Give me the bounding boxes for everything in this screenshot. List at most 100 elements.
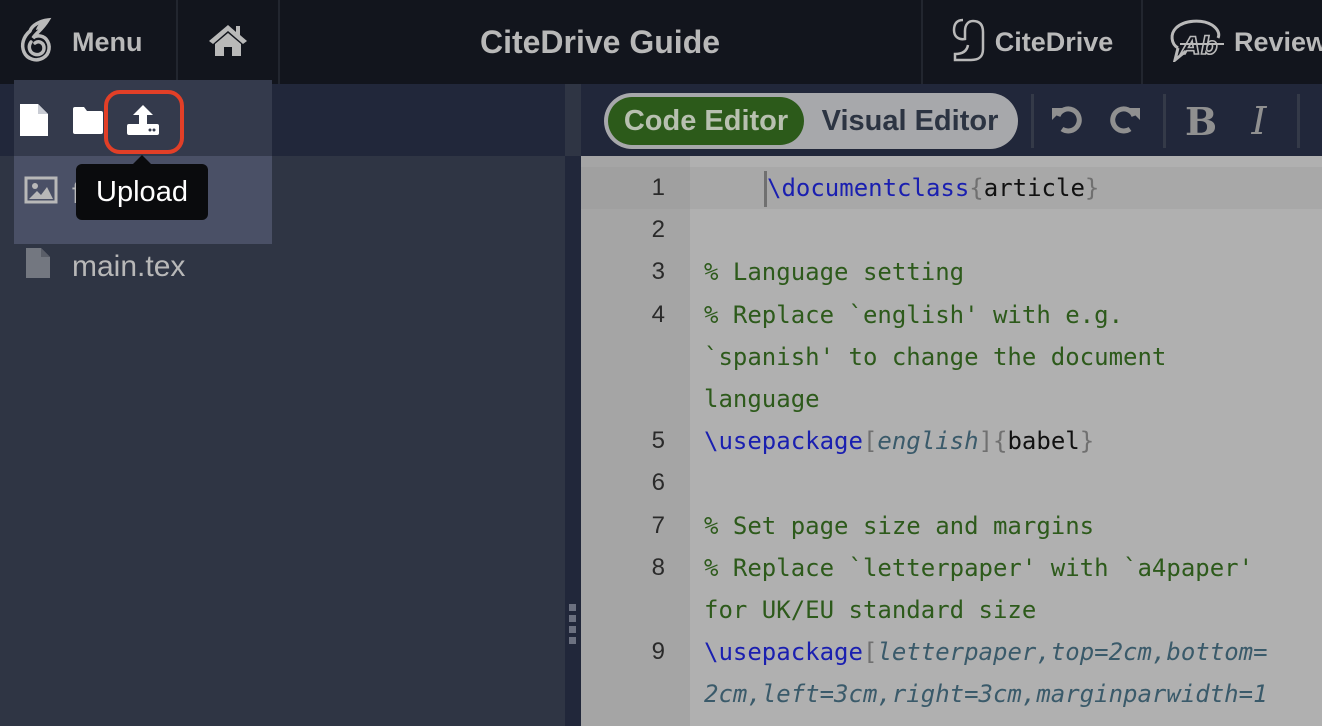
text-cursor: [764, 171, 767, 207]
grip-dot: [569, 604, 576, 611]
toolbar-divider: [1031, 94, 1034, 148]
home-button[interactable]: [178, 0, 278, 84]
grip-dot: [569, 615, 576, 622]
code-editor[interactable]: 1 \documentclass{article} 2 3 % Language set…: [581, 156, 1322, 726]
code-line: 4 % Replace `english' with e.g.: [581, 294, 1322, 336]
project-title: CiteDrive Guide: [479, 23, 721, 60]
code-line: 6: [581, 462, 1322, 504]
code-line: 1 \documentclass{article}: [581, 167, 1322, 209]
line-number: 5: [651, 427, 665, 455]
line-code: % Language setting: [704, 251, 964, 293]
token-arg: babel: [1007, 427, 1080, 456]
token-br: }: [1079, 427, 1095, 456]
token-com: % Replace `letterpaper' with `a4paper': [704, 553, 1254, 582]
toolbar-divider: [1163, 94, 1166, 148]
line-code: language: [704, 378, 820, 420]
menu-label: Menu: [72, 26, 143, 57]
code-line: language: [581, 378, 1322, 420]
redo-icon: [1108, 102, 1142, 141]
token-cmd: \usepackage: [704, 427, 863, 456]
code-line: 2: [581, 209, 1322, 251]
token-br: ]{: [978, 427, 1008, 456]
image-icon: [24, 176, 58, 212]
line-code: \usepackage[english]{babel}: [704, 420, 1094, 462]
file-tree-panel: frog.jpg main.tex Upload: [0, 80, 565, 726]
token-com: `spanish' to change the document: [704, 342, 1167, 371]
code-line: 9 \usepackage[letterpaper,top=2cm,bottom=: [581, 631, 1322, 673]
upload-highlight-ring: [104, 90, 184, 154]
divider: [921, 0, 923, 84]
menu-button[interactable]: Menu: [18, 0, 176, 84]
token-com: language: [704, 385, 820, 413]
token-cmd: \documentclass: [767, 174, 970, 202]
undo-icon: [1050, 102, 1084, 141]
new-file-button[interactable]: [16, 103, 52, 140]
token-arg: article: [983, 174, 1085, 202]
grip-dot: [569, 637, 576, 644]
token-opt: english: [877, 427, 979, 456]
code-line: 5 \usepackage[english]{babel}: [581, 420, 1322, 462]
line-number: 2: [651, 216, 665, 244]
line-code: % Set page size and margins: [704, 505, 1094, 547]
line-code: 2cm,left=3cm,right=3cm,marginparwidth=1: [704, 673, 1268, 715]
citedrive-button[interactable]: CiteDrive: [924, 0, 1140, 84]
token-com: % Set page size and margins: [704, 511, 1095, 540]
bold-button[interactable]: B: [1179, 98, 1223, 144]
token-opt: letterpaper,top=2cm,bottom=: [877, 638, 1268, 667]
line-number: 8: [651, 553, 665, 581]
overleaf-logo-icon: [18, 17, 56, 68]
new-folder-button[interactable]: [70, 104, 106, 140]
token-br: [: [862, 638, 878, 667]
token-br: [: [862, 427, 878, 456]
line-number: 7: [651, 511, 665, 539]
token-opt: 2cm,left=3cm,right=3cm,marginparwidth=1: [704, 680, 1268, 709]
folder-icon: [71, 105, 105, 140]
citedrive-label: CiteDrive: [994, 26, 1114, 57]
line-number: 6: [651, 469, 665, 497]
code-line: 3 % Language setting: [581, 251, 1322, 293]
token-cmd: \usepackage: [704, 638, 863, 667]
code-editor-tab[interactable]: Code Editor: [608, 97, 804, 145]
code-line: 2cm,left=3cm,right=3cm,marginparwidth=1: [581, 673, 1322, 715]
editor-mode-toggle: Code Editor Visual Editor: [604, 93, 1018, 149]
panel-resize-handle[interactable]: [565, 156, 581, 726]
token-br: {: [969, 174, 984, 202]
code-line: 8 % Replace `letterpaper' with `a4paper': [581, 547, 1322, 589]
line-code: \documentclass{article}: [767, 167, 1099, 209]
line-number: 1: [651, 174, 665, 201]
undo-button[interactable]: [1045, 98, 1089, 144]
token-br: }: [1084, 174, 1100, 202]
redo-button[interactable]: [1103, 98, 1147, 144]
citedrive-logo-icon: [951, 17, 987, 68]
file-icon: [24, 246, 52, 288]
line-code: % Replace `english' with e.g.: [704, 294, 1123, 336]
top-bar: Menu CiteDrive Guide CiteDrive Ab Review: [0, 0, 1322, 84]
line-number: 3: [651, 258, 665, 286]
code-line: 7 % Set page size and margins: [581, 505, 1322, 547]
code-line: `spanish' to change the document: [581, 336, 1322, 378]
token-com: % Language setting: [704, 258, 965, 287]
divider: [1141, 0, 1143, 84]
file-name: main.tex: [72, 250, 186, 283]
line-code: % Replace `letterpaper' with `a4paper': [704, 547, 1253, 589]
line-number: 4: [651, 300, 665, 328]
grip-dot: [569, 626, 576, 633]
review-ab-icon: Ab: [1168, 18, 1226, 67]
line-code: `spanish' to change the document: [704, 336, 1166, 378]
line-code: for UK/EU standard size: [704, 589, 1036, 631]
line-code: \usepackage[letterpaper,top=2cm,bottom=: [704, 631, 1268, 673]
review-label: Review: [1234, 26, 1322, 57]
toolbar-divider: [1297, 94, 1300, 148]
token-com: % Replace `english' with e.g.: [704, 300, 1124, 329]
code-line: for UK/EU standard size: [581, 589, 1322, 631]
upload-tooltip: Upload: [76, 155, 208, 220]
svg-text:Ab: Ab: [1180, 32, 1218, 60]
italic-button[interactable]: I: [1237, 98, 1281, 144]
file-item[interactable]: main.tex: [24, 247, 185, 287]
visual-editor-tab[interactable]: Visual Editor: [806, 97, 1014, 145]
editor-toolbar: Code Editor Visual Editor B I: [581, 84, 1322, 156]
token-com: for UK/EU standard size: [704, 596, 1037, 624]
line-number: 9: [651, 638, 665, 666]
review-button[interactable]: Ab Review: [1144, 0, 1322, 84]
home-icon: [207, 23, 249, 62]
